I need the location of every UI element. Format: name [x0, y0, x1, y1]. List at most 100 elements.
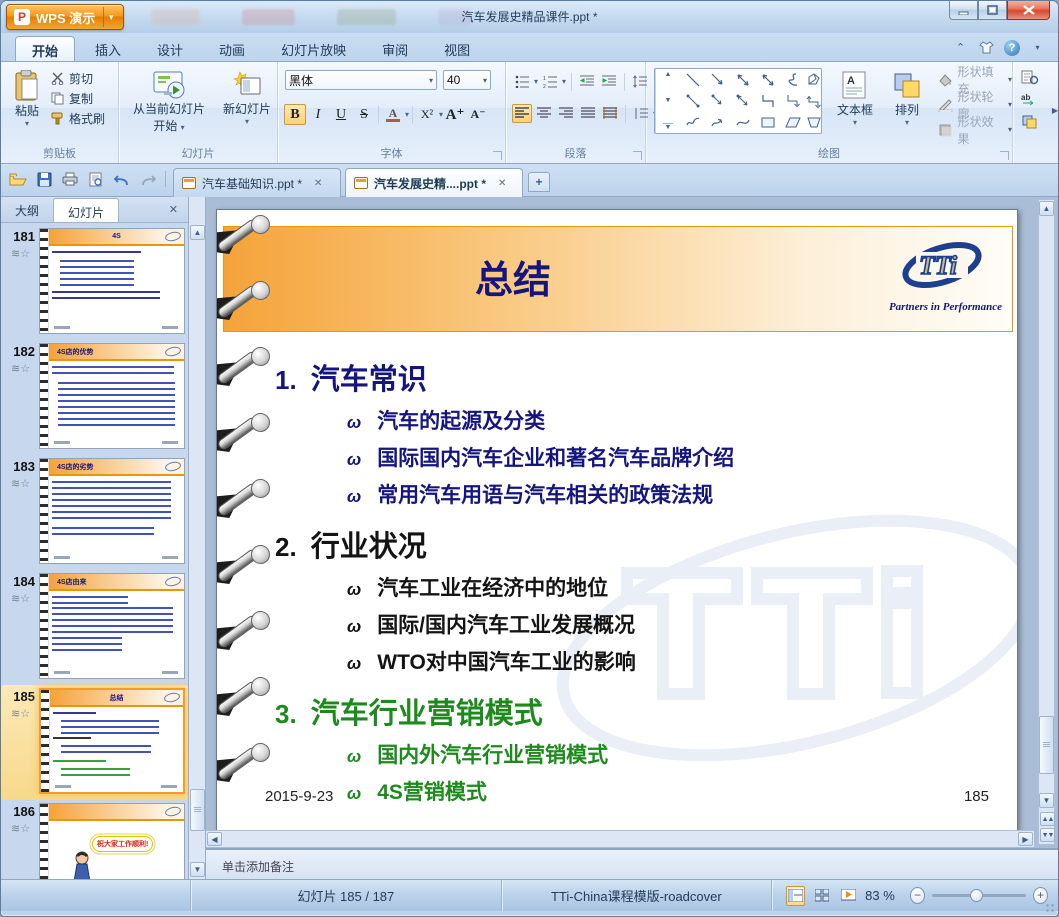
- bold-button[interactable]: B: [284, 104, 306, 125]
- expand-ribbon-right-icon[interactable]: ▶: [1052, 106, 1058, 115]
- maximize-button[interactable]: [978, 1, 1007, 20]
- previous-slide-button[interactable]: ▲▲: [1040, 812, 1055, 826]
- replace-icon[interactable]: ab: [1021, 92, 1039, 107]
- slide-sorter-view-button[interactable]: [812, 886, 831, 906]
- increase-indent-button[interactable]: [599, 72, 619, 91]
- zoom-in-button[interactable]: +: [1032, 887, 1048, 904]
- slideshow-view-button[interactable]: [839, 886, 858, 906]
- slides-panel: 大纲 幻灯片 ✕ 181 ≋☆ 4S 182 ≋☆ 4S店的优势 183 ≋☆ …: [1, 197, 189, 879]
- resize-grip[interactable]: [1045, 903, 1055, 913]
- drawing-dialog-launcher-icon[interactable]: [1000, 151, 1009, 160]
- scroll-left-icon[interactable]: ◀: [207, 832, 222, 846]
- presentation-file-icon: [354, 177, 368, 189]
- slide-canvas[interactable]: 总结 TTi Partners in Performance 1. 汽车常识 ω…: [216, 209, 1018, 834]
- decrease-indent-button[interactable]: [577, 72, 597, 91]
- from-current-slide-button[interactable]: 从当前幻灯片 开始 ▾: [123, 66, 215, 146]
- copy-button[interactable]: 复制: [51, 88, 105, 108]
- undo-icon[interactable]: [113, 170, 131, 188]
- print-preview-icon[interactable]: [87, 170, 105, 188]
- zoom-slider-thumb[interactable]: [969, 889, 983, 902]
- format-painter-button[interactable]: 格式刷: [51, 108, 105, 128]
- thumbnail-182[interactable]: 182 ≋☆ 4S店的优势: [1, 340, 188, 455]
- grow-font-button[interactable]: A⁺: [444, 104, 466, 125]
- normal-view-button[interactable]: [786, 885, 806, 906]
- print-icon[interactable]: [61, 170, 79, 188]
- new-document-tab-button[interactable]: +: [528, 172, 550, 192]
- taskbar-ghosts: [151, 9, 471, 25]
- thumbnail-186[interactable]: 186 ≋☆ 祝大家工作顺利!: [1, 800, 188, 879]
- open-icon[interactable]: [9, 170, 27, 188]
- redo-icon[interactable]: [139, 170, 157, 188]
- thumbnail-184[interactable]: 184 ≋☆ 4S店由来: [1, 570, 188, 685]
- font-family-combobox[interactable]: 黑体 ▾: [285, 70, 437, 90]
- scroll-up-icon[interactable]: ▲: [1039, 201, 1054, 216]
- numbering-button[interactable]: 12: [540, 72, 560, 91]
- font-color-dropdown-icon[interactable]: ▾: [405, 110, 409, 119]
- shape-outline-button[interactable]: 形状轮廓 ▾: [938, 90, 1012, 121]
- font-dialog-launcher-icon[interactable]: [493, 151, 502, 160]
- panel-scroll-down-icon[interactable]: ▼: [190, 862, 205, 877]
- arrange-button[interactable]: 排列 ▾: [884, 67, 930, 145]
- svg-text:A: A: [847, 75, 855, 87]
- wps-app-button[interactable]: P WPS 演示 ▾: [6, 4, 124, 30]
- justify-button[interactable]: [578, 104, 598, 123]
- tab-slides[interactable]: 幻灯片: [53, 198, 120, 222]
- tab-outline[interactable]: 大纲: [1, 197, 53, 222]
- align-right-button[interactable]: [556, 104, 576, 123]
- save-icon[interactable]: [35, 170, 53, 188]
- shape-effects-button[interactable]: 形状效果 ▾: [938, 115, 1012, 146]
- thumbnail-181[interactable]: 181 ≋☆ 4S: [1, 225, 188, 340]
- new-slide-button[interactable]: 新幻灯片 ▾: [219, 66, 275, 146]
- main-vertical-scrollbar[interactable]: ▲ ▼ ▲▲ ▼▼: [1038, 199, 1055, 845]
- help-icon[interactable]: ?: [1004, 39, 1020, 56]
- next-slide-button[interactable]: ▼▼: [1040, 828, 1055, 842]
- select-icon[interactable]: [1021, 114, 1039, 129]
- app-menu-dropdown-icon[interactable]: ▾: [104, 12, 118, 23]
- panel-scrollbar[interactable]: ▲ ▼: [189, 197, 206, 879]
- notes-pane[interactable]: 单击添加备注: [206, 848, 1058, 879]
- main-horizontal-scrollbar[interactable]: ◀ ▶: [206, 830, 1034, 847]
- superscript-dropdown-icon[interactable]: ▾: [439, 110, 443, 119]
- thumbnail-185-selected[interactable]: 185 ≋☆ 总结: [1, 685, 188, 800]
- zoom-out-button[interactable]: −: [910, 887, 926, 904]
- underline-button[interactable]: U: [330, 104, 352, 125]
- shapes-gallery-scroll[interactable]: ▲ ▼ ▼: [655, 69, 680, 133]
- close-tab-icon[interactable]: ✕: [498, 178, 506, 189]
- find-icon[interactable]: [1021, 70, 1039, 85]
- bullets-button[interactable]: [512, 72, 532, 91]
- cut-button[interactable]: 剪切: [51, 68, 105, 88]
- shapes-gallery[interactable]: ▲ ▼ ▼: [654, 68, 822, 134]
- text-box-button[interactable]: A 文本框 ▾: [830, 67, 880, 145]
- distribute-button[interactable]: [600, 104, 620, 123]
- scroll-thumb[interactable]: [1039, 716, 1054, 774]
- minimize-button[interactable]: [949, 1, 978, 20]
- document-tab-1[interactable]: 汽车基础知识.ppt * ✕: [173, 168, 341, 197]
- collapse-ribbon-icon[interactable]: ⌃: [952, 39, 969, 56]
- panel-scroll-thumb[interactable]: [190, 789, 205, 831]
- align-center-button[interactable]: [534, 104, 554, 123]
- shrink-font-button[interactable]: A⁻: [467, 104, 489, 125]
- more-dropdown-icon[interactable]: ▾: [1029, 39, 1046, 56]
- scroll-right-icon[interactable]: ▶: [1018, 832, 1033, 846]
- document-bar: ▼ 汽车基础知识.ppt * ✕ 汽车发展史精....ppt * ✕ +: [1, 164, 1058, 197]
- font-color-button[interactable]: A: [382, 104, 404, 125]
- superscript-button[interactable]: X²: [416, 104, 438, 125]
- shape-fill-button[interactable]: 形状填充 ▾: [938, 65, 1012, 96]
- strikethrough-button[interactable]: S: [353, 104, 375, 125]
- font-size-combobox[interactable]: 40 ▾: [443, 70, 491, 90]
- close-button[interactable]: [1007, 1, 1050, 20]
- thumbnail-183[interactable]: 183 ≋☆ 4S店的劣势: [1, 455, 188, 570]
- italic-button[interactable]: I: [307, 104, 329, 125]
- document-tab-2-active[interactable]: 汽车发展史精....ppt * ✕: [345, 168, 523, 197]
- paragraph-dialog-launcher-icon[interactable]: [633, 151, 642, 160]
- skin-icon[interactable]: [978, 39, 995, 56]
- panel-close-icon[interactable]: ✕: [169, 203, 178, 216]
- align-left-button[interactable]: [512, 104, 532, 123]
- slide-body-placeholder[interactable]: 1. 汽车常识 ω 汽车的起源及分类 ω 国际国内汽车企业和著名汽车品牌介绍 ω 常用汽…: [275, 342, 997, 806]
- panel-scroll-up-icon[interactable]: ▲: [190, 225, 205, 240]
- scroll-down-icon[interactable]: ▼: [1039, 793, 1054, 808]
- close-tab-icon[interactable]: ✕: [314, 178, 322, 189]
- zoom-slider[interactable]: [932, 889, 1026, 902]
- paste-button[interactable]: 粘贴 ▾: [7, 66, 47, 144]
- slide-title-band[interactable]: 总结 TTi Partners in Performance: [223, 226, 1013, 332]
